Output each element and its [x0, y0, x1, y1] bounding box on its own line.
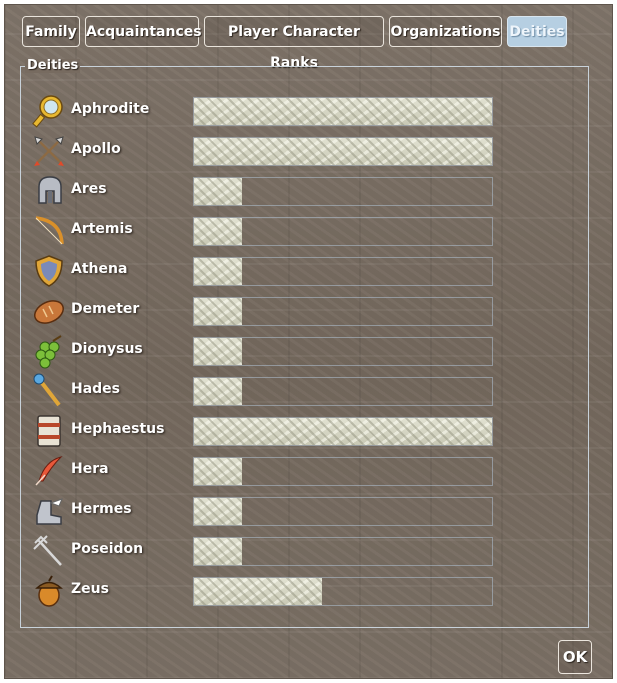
favor-bar: [193, 417, 493, 446]
tab-deities[interactable]: Deities: [507, 16, 567, 47]
favor-bar-fill: [194, 498, 242, 525]
favor-bar: [193, 177, 493, 206]
deity-row-apollo: Apollo: [21, 133, 590, 169]
favor-bar: [193, 137, 493, 166]
deity-name: Poseidon: [71, 541, 144, 557]
favor-bar: [193, 577, 493, 606]
deity-row-demeter: Demeter: [21, 293, 590, 329]
group-title: Deities: [25, 58, 81, 73]
deity-name: Artemis: [71, 221, 133, 237]
deity-name: Aphrodite: [71, 101, 150, 117]
tab-player-character-ranks[interactable]: Player Character Ranks: [204, 16, 384, 71]
bread-icon: [31, 293, 67, 329]
favor-bar: [193, 377, 493, 406]
deity-name: Hades: [71, 381, 121, 397]
bow-icon: [31, 213, 67, 249]
tab-organizations[interactable]: Organizations: [389, 16, 502, 47]
favor-bar-fill: [194, 338, 242, 365]
favor-bar: [193, 337, 493, 366]
favor-bar-fill: [194, 218, 242, 245]
favor-bar-fill: [194, 258, 242, 285]
shield-icon: [31, 253, 67, 289]
deity-name: Hephaestus: [71, 421, 165, 437]
favor-bar-fill: [194, 178, 242, 205]
deity-name: Dionysus: [71, 341, 143, 357]
favor-bar: [193, 497, 493, 526]
deity-row-poseidon: Poseidon: [21, 533, 590, 569]
helmet-icon: [31, 173, 67, 209]
favor-bar: [193, 97, 493, 126]
favor-bar-fill: [194, 98, 492, 125]
deity-row-athena: Athena: [21, 253, 590, 289]
favor-bar-fill: [194, 418, 492, 445]
favor-bar-fill: [194, 138, 492, 165]
crossed-arrows-icon: [31, 133, 67, 169]
deities-group: Deities Aphrodite Apollo Ares Artemis At…: [20, 59, 590, 628]
favor-bar-fill: [194, 298, 242, 325]
grapes-icon: [31, 333, 67, 369]
deity-row-ares: Ares: [21, 173, 590, 209]
relationships-window: Family Acquaintances Player Character Ra…: [4, 4, 613, 679]
trident-icon: [31, 533, 67, 569]
deity-name: Apollo: [71, 141, 121, 157]
deity-name: Ares: [71, 181, 107, 197]
favor-bar: [193, 457, 493, 486]
ok-button[interactable]: OK: [558, 640, 592, 674]
deity-row-hephaestus: Hephaestus: [21, 413, 590, 449]
favor-bar: [193, 257, 493, 286]
deity-name: Athena: [71, 261, 128, 277]
feather-icon: [31, 453, 67, 489]
deity-row-artemis: Artemis: [21, 213, 590, 249]
deity-row-hera: Hera: [21, 453, 590, 489]
favor-bar: [193, 537, 493, 566]
acorn-icon: [31, 573, 67, 609]
winged-boots-icon: [31, 493, 67, 529]
deity-name: Hera: [71, 461, 109, 477]
deity-row-hades: Hades: [21, 373, 590, 409]
deity-row-dionysus: Dionysus: [21, 333, 590, 369]
deity-name: Demeter: [71, 301, 140, 317]
favor-bar-fill: [194, 458, 242, 485]
deity-name: Zeus: [71, 581, 109, 597]
deity-row-hermes: Hermes: [21, 493, 590, 529]
deity-name: Hermes: [71, 501, 132, 517]
mirror-icon: [31, 93, 67, 129]
tab-family[interactable]: Family: [22, 16, 80, 47]
deity-row-zeus: Zeus: [21, 573, 590, 609]
barrel-icon: [31, 413, 67, 449]
deity-row-aphrodite: Aphrodite: [21, 93, 590, 129]
favor-bar-fill: [194, 578, 323, 605]
favor-bar: [193, 217, 493, 246]
tab-acquaintances[interactable]: Acquaintances: [85, 16, 202, 47]
favor-bar: [193, 297, 493, 326]
favor-bar-fill: [194, 538, 242, 565]
favor-bar-fill: [194, 378, 242, 405]
scepter-icon: [31, 373, 67, 409]
